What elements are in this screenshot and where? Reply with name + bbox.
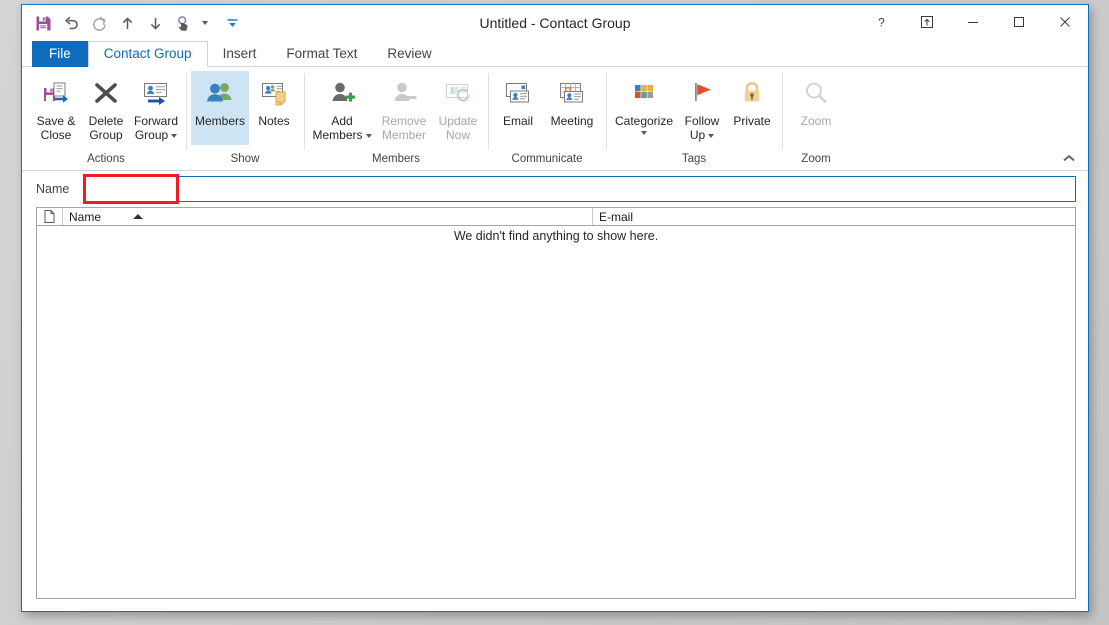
tab-contact-group[interactable]: Contact Group xyxy=(87,41,208,67)
undo-icon[interactable] xyxy=(58,10,84,36)
add-members-label: Add Members xyxy=(309,114,375,142)
ribbon-group-actions: Save & Close Delete Group Forward Group … xyxy=(26,67,186,170)
tab-insert[interactable]: Insert xyxy=(208,41,272,67)
collapse-ribbon-icon[interactable] xyxy=(1060,150,1078,166)
remove-member-icon xyxy=(389,77,419,111)
ribbon-group-zoom: Zoom Zoom xyxy=(782,67,850,170)
private-lock-icon xyxy=(737,77,767,111)
delete-group-label: Delete Group xyxy=(88,114,124,142)
tab-format-text[interactable]: Format Text xyxy=(271,41,372,67)
redo-icon[interactable] xyxy=(86,10,112,36)
private-label: Private xyxy=(733,114,771,128)
email-button[interactable]: Email xyxy=(493,71,543,145)
ribbon-group-tags: Categorize Follow Up Private Tags xyxy=(606,67,782,170)
forward-group-icon xyxy=(141,77,171,111)
column-header-email[interactable]: E-mail xyxy=(593,208,1075,225)
column-header-name-label: Name xyxy=(69,209,102,224)
remove-member-label: Remove Member xyxy=(381,114,427,142)
ribbon-group-show: Members Notes Show xyxy=(186,67,304,170)
forward-group-dropdown-icon[interactable] xyxy=(171,133,178,138)
window-controls: ? xyxy=(858,5,1088,39)
add-members-dropdown-icon[interactable] xyxy=(365,133,372,138)
column-header-name[interactable]: Name xyxy=(63,208,593,225)
minimize-button[interactable] xyxy=(950,5,996,39)
email-label: Email xyxy=(502,114,533,128)
update-now-label: Update Now xyxy=(438,114,478,142)
ribbon: Save & Close Delete Group Forward Group … xyxy=(22,67,1088,171)
follow-up-button[interactable]: Follow Up xyxy=(677,71,727,145)
ribbon-group-label-show: Show xyxy=(230,153,260,165)
categorize-icon xyxy=(629,77,659,111)
delete-group-button[interactable]: Delete Group xyxy=(81,71,131,145)
categorize-label: Categorize xyxy=(614,114,674,128)
ribbon-group-communicate: Email Meeting Communicate xyxy=(488,67,606,170)
name-label: Name xyxy=(36,182,70,196)
name-input[interactable] xyxy=(84,176,1076,202)
update-now-button: Update Now xyxy=(433,71,483,145)
zoom-label: Zoom xyxy=(800,114,832,128)
touch-mouse-mode-icon[interactable] xyxy=(170,10,196,36)
tab-file[interactable]: File xyxy=(32,41,88,67)
ribbon-group-label-actions: Actions xyxy=(87,153,125,165)
forward-group-button[interactable]: Forward Group xyxy=(131,71,181,145)
update-now-icon xyxy=(443,77,473,111)
contact-group-window: Untitled - Contact Group ? File Contact … xyxy=(21,4,1089,612)
add-members-button[interactable]: Add Members xyxy=(309,71,375,145)
ribbon-group-label-members: Members xyxy=(372,153,420,165)
quick-access-toolbar xyxy=(30,5,245,41)
ribbon-group-label-communicate: Communicate xyxy=(511,153,583,165)
touch-mouse-mode-dropdown-icon[interactable] xyxy=(198,10,211,36)
contact-group-name-row: Name xyxy=(22,171,1088,207)
private-button[interactable]: Private xyxy=(727,71,777,145)
members-label: Members xyxy=(194,114,245,128)
remove-member-button: Remove Member xyxy=(375,71,433,145)
categorize-dropdown-icon[interactable] xyxy=(641,131,647,135)
ribbon-group-members: Add Members Remove Member Update Now Mem… xyxy=(304,67,488,170)
svg-text:?: ? xyxy=(878,16,885,29)
previous-item-icon[interactable] xyxy=(114,10,140,36)
meeting-button[interactable]: Meeting xyxy=(543,71,601,145)
ribbon-display-options-button[interactable] xyxy=(904,5,950,39)
follow-up-dropdown-icon[interactable] xyxy=(708,133,715,138)
close-button[interactable] xyxy=(1042,5,1088,39)
member-list-column-headers: Name E-mail xyxy=(37,208,1075,226)
help-button[interactable]: ? xyxy=(858,5,904,39)
save-icon[interactable] xyxy=(30,10,56,36)
title-bar: Untitled - Contact Group ? xyxy=(22,5,1088,41)
members-button[interactable]: Members xyxy=(191,71,249,145)
tab-review[interactable]: Review xyxy=(372,41,446,67)
next-item-icon[interactable] xyxy=(142,10,168,36)
column-header-email-label: E-mail xyxy=(599,209,634,224)
notes-icon xyxy=(259,77,289,111)
column-header-icon[interactable] xyxy=(37,208,63,225)
zoom-button: Zoom xyxy=(787,71,845,145)
follow-up-label: Follow Up xyxy=(684,114,720,142)
maximize-button[interactable] xyxy=(996,5,1042,39)
delete-group-icon xyxy=(91,77,121,111)
customize-quick-access-toolbar-icon[interactable] xyxy=(219,10,245,36)
ribbon-group-label-zoom: Zoom xyxy=(801,153,831,165)
members-icon xyxy=(204,77,236,111)
email-icon xyxy=(503,77,533,111)
zoom-magnifier-icon xyxy=(801,77,831,111)
add-members-icon xyxy=(327,77,357,111)
save-and-close-label: Save & Close xyxy=(36,114,76,142)
forward-group-label: Forward Group xyxy=(133,114,178,142)
save-and-close-button[interactable]: Save & Close xyxy=(31,71,81,145)
follow-up-flag-icon xyxy=(687,77,717,111)
meeting-icon xyxy=(557,77,587,111)
save-and-close-icon xyxy=(41,77,71,111)
meeting-label: Meeting xyxy=(550,114,594,128)
member-list: Name E-mail We didn't find anything to s… xyxy=(36,207,1076,599)
sort-ascending-icon xyxy=(133,214,144,219)
categorize-button[interactable]: Categorize xyxy=(611,71,677,145)
empty-list-message: We didn't find anything to show here. xyxy=(453,229,659,243)
ribbon-tab-strip: File Contact Group Insert Format Text Re… xyxy=(22,41,1088,67)
notes-button[interactable]: Notes xyxy=(249,71,299,145)
ribbon-group-label-tags: Tags xyxy=(681,153,707,165)
notes-label: Notes xyxy=(258,114,290,128)
